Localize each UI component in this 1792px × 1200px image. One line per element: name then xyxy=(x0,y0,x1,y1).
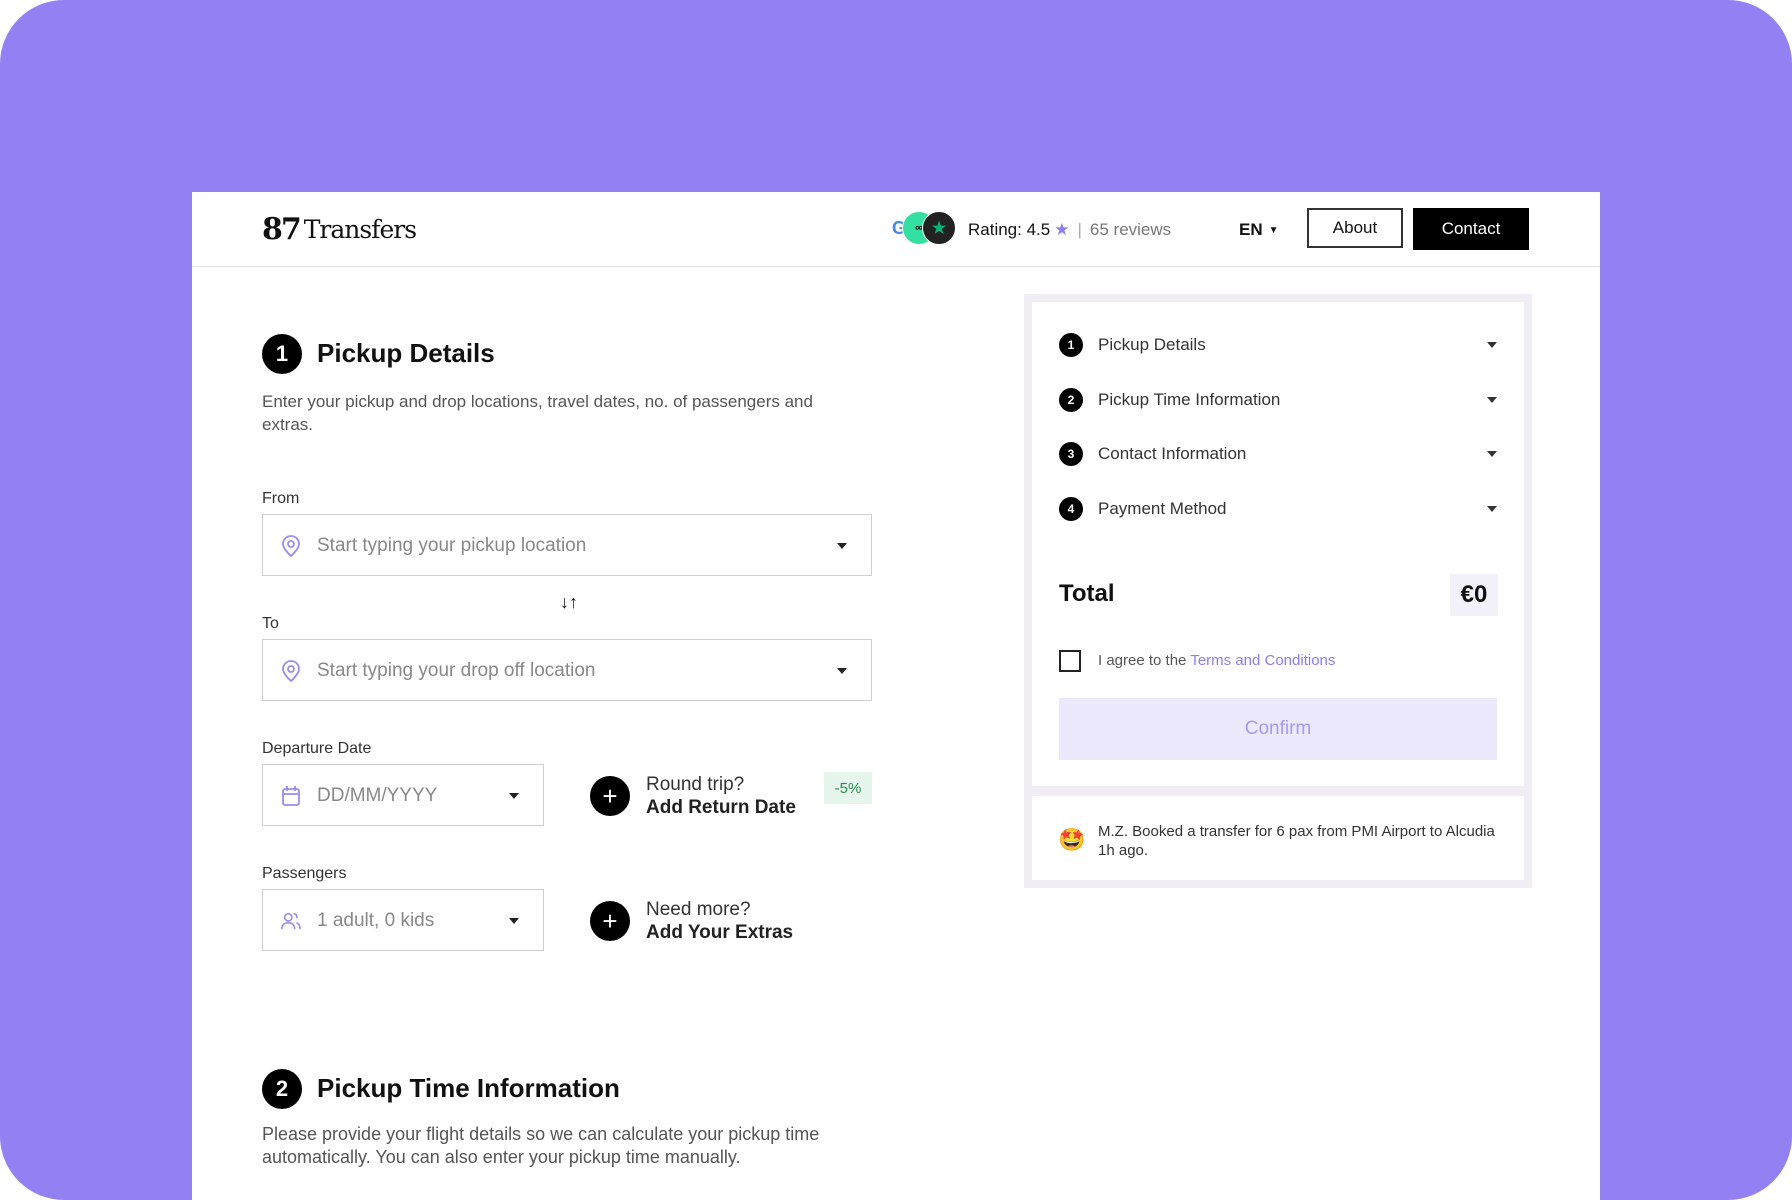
passengers-value: 1 adult, 0 kids xyxy=(317,910,435,931)
chevron-down-icon xyxy=(509,918,519,924)
step-2-badge: 2 xyxy=(262,1069,302,1109)
chevron-down-icon xyxy=(837,668,847,674)
summary-step-pickup-details[interactable]: 1 Pickup Details xyxy=(1059,333,1497,357)
review-badges: G ∞ ★ xyxy=(882,211,962,245)
pickup-time-title: Pickup Time Information xyxy=(317,1073,620,1103)
from-field[interactable]: Start typing your pickup location xyxy=(262,514,872,576)
booking-summary: 1 Pickup Details 2 Pickup Time Informati… xyxy=(1024,294,1532,888)
step-label: Contact Information xyxy=(1098,444,1247,463)
rating-summary: Rating: 4.5 ★ | 65 reviews xyxy=(968,220,1171,240)
step-label: Pickup Time Information xyxy=(1098,390,1281,409)
departure-date-field[interactable]: DD/MM/YYYY xyxy=(262,764,544,826)
summary-step-payment[interactable]: 4 Payment Method xyxy=(1059,497,1497,521)
pickup-details-description: Enter your pickup and drop locations, tr… xyxy=(262,392,813,434)
location-pin-icon xyxy=(282,660,300,682)
step-number: 2 xyxy=(1059,388,1083,412)
trustpilot-icon: ★ xyxy=(922,211,956,245)
recent-booking-card: 🤩 M.Z. Booked a transfer for 6 pax from … xyxy=(1032,796,1524,880)
calendar-icon xyxy=(282,786,300,806)
booking-page: 87 Transfers G ∞ ★ Rating: 4.5 ★ | 65 revie… xyxy=(192,192,1600,1200)
summary-step-pickup-time[interactable]: 2 Pickup Time Information xyxy=(1059,388,1497,412)
rating-label: Rating: 4.5 xyxy=(968,220,1051,239)
to-label: To xyxy=(262,615,279,632)
to-field[interactable]: Start typing your drop off location xyxy=(262,639,872,701)
background-frame: 87 Transfers G ∞ ★ Rating: 4.5 ★ | 65 revie… xyxy=(0,0,1792,1200)
contact-button[interactable]: Contact xyxy=(1413,208,1529,250)
logo-mark: 87 xyxy=(262,211,302,247)
chevron-down-icon xyxy=(1487,397,1497,403)
chevron-down-icon xyxy=(509,793,519,799)
summary-card: 1 Pickup Details 2 Pickup Time Informati… xyxy=(1032,302,1524,786)
agree-prefix: I agree to the xyxy=(1098,652,1187,669)
logo-text: Transfers xyxy=(303,214,417,244)
chevron-down-icon xyxy=(1487,451,1497,457)
swap-locations-icon[interactable]: ↓↑ xyxy=(560,592,578,613)
step-1-badge: 1 xyxy=(262,334,302,374)
pickup-details-title: Pickup Details xyxy=(317,338,495,368)
summary-step-contact[interactable]: 3 Contact Information xyxy=(1059,442,1497,466)
site-logo[interactable]: 87 Transfers xyxy=(262,211,417,247)
chevron-down-icon xyxy=(1487,342,1497,348)
rating-separator: | xyxy=(1077,220,1082,239)
location-pin-icon xyxy=(282,535,300,557)
passengers-field[interactable]: 1 adult, 0 kids xyxy=(262,889,544,951)
confirm-button[interactable]: Confirm xyxy=(1059,698,1497,760)
recent-booking-text: M.Z. Booked a transfer for 6 pax from PM… xyxy=(1098,823,1495,859)
chevron-down-icon: ▼ xyxy=(1268,225,1279,236)
star-icon: ★ xyxy=(1054,220,1070,239)
terms-link[interactable]: Terms and Conditions xyxy=(1190,652,1335,669)
step-number: 3 xyxy=(1059,442,1083,466)
chevron-down-icon xyxy=(1487,506,1497,512)
add-extras-link[interactable]: Add Your Extras xyxy=(646,922,793,944)
chevron-down-icon xyxy=(837,543,847,549)
reviews-count[interactable]: 65 reviews xyxy=(1090,220,1171,239)
language-label: EN xyxy=(1239,220,1263,239)
from-placeholder: Start typing your pickup location xyxy=(317,535,587,556)
step-label: Payment Method xyxy=(1098,499,1227,518)
about-button[interactable]: About xyxy=(1307,208,1403,248)
total-value: €0 xyxy=(1450,574,1498,616)
round-trip-question: Round trip? xyxy=(646,774,745,795)
departure-date-label: Departure Date xyxy=(262,740,372,757)
extras-question: Need more? xyxy=(646,899,751,920)
terms-agreement: I agree to the Terms and Conditions xyxy=(1098,652,1335,669)
discount-badge: -5% xyxy=(824,772,872,804)
add-return-date-link[interactable]: Add Return Date xyxy=(646,797,796,819)
to-placeholder: Start typing your drop off location xyxy=(317,660,596,681)
terms-checkbox[interactable] xyxy=(1059,650,1081,672)
add-return-date-button[interactable]: + xyxy=(590,776,630,816)
add-extras-button[interactable]: + xyxy=(590,901,630,941)
from-label: From xyxy=(262,490,300,507)
total-label: Total xyxy=(1059,580,1115,607)
site-header: 87 Transfers G ∞ ★ Rating: 4.5 ★ | 65 revie… xyxy=(192,192,1600,267)
language-selector[interactable]: EN ▼ xyxy=(1239,220,1279,240)
step-number: 1 xyxy=(1059,333,1083,357)
pickup-time-description: Please provide your flight details so we… xyxy=(262,1124,820,1167)
star-struck-emoji-icon: 🤩 xyxy=(1058,827,1086,852)
passengers-label: Passengers xyxy=(262,865,347,882)
departure-date-placeholder: DD/MM/YYYY xyxy=(317,785,438,806)
users-icon xyxy=(281,912,301,930)
step-number: 4 xyxy=(1059,497,1083,521)
step-label: Pickup Details xyxy=(1098,335,1206,354)
